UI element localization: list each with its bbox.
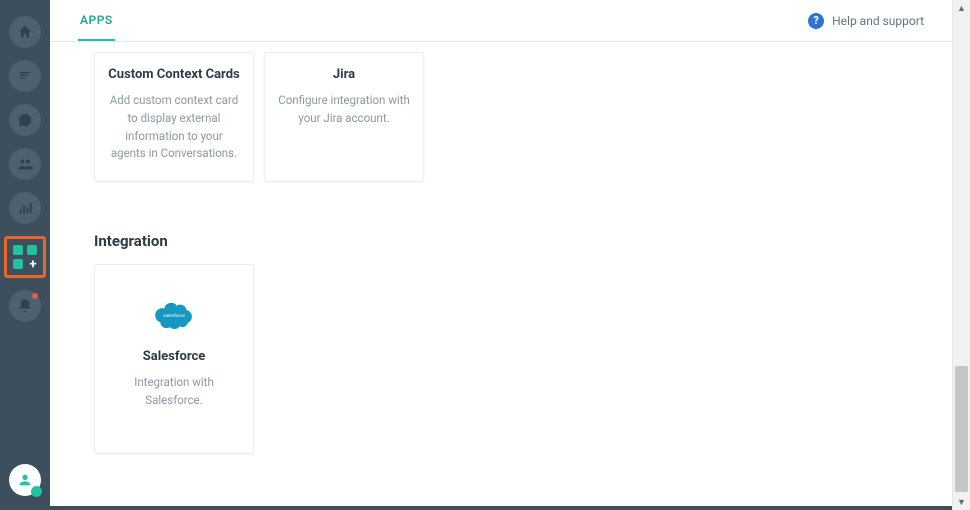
apps-content: Custom Context Cards Add custom context … [50, 42, 952, 510]
card-description: Add custom context card to display exter… [107, 92, 241, 163]
integration-cards-row: salesforce Salesforce Integration with S… [94, 264, 924, 454]
nav-chat[interactable] [9, 104, 41, 136]
card-title: Custom Context Cards [107, 67, 241, 82]
lines-icon [17, 68, 33, 84]
salesforce-cloud-icon: salesforce [152, 299, 196, 329]
svg-text:salesforce: salesforce [163, 313, 185, 319]
scroll-down-arrow-icon[interactable]: ▼ [953, 494, 970, 510]
card-title: Jira [277, 67, 411, 82]
scroll-thumb[interactable] [955, 366, 968, 492]
chat-bubble-icon [17, 112, 33, 128]
top-bar: APPS ? Help and support [50, 0, 952, 42]
main-area: APPS ? Help and support Custom Context C… [50, 0, 952, 510]
people-icon [17, 156, 33, 172]
nav-notifications[interactable] [9, 290, 41, 322]
scroll-track[interactable] [953, 16, 970, 494]
notification-dot-icon [32, 293, 38, 299]
card-custom-context-cards[interactable]: Custom Context Cards Add custom context … [94, 52, 254, 182]
avatar-icon [17, 472, 33, 488]
tab-apps[interactable]: APPS [78, 0, 115, 41]
apps-icon: + [13, 245, 37, 269]
bar-chart-icon [17, 200, 33, 216]
left-nav-rail: + [0, 0, 50, 510]
card-title: Salesforce [107, 349, 241, 364]
bell-icon [17, 298, 33, 314]
nav-people[interactable] [9, 148, 41, 180]
nav-home[interactable] [9, 16, 41, 48]
bottom-border [50, 506, 952, 510]
card-jira[interactable]: Jira Configure integration with your Jir… [264, 52, 424, 182]
help-icon: ? [808, 13, 824, 29]
home-icon [17, 24, 33, 40]
plus-icon: + [27, 259, 39, 271]
section-integration-heading: Integration [94, 232, 924, 250]
apps-cards-row: Custom Context Cards Add custom context … [94, 52, 924, 182]
card-description: Integration with Salesforce. [107, 374, 241, 410]
vertical-scrollbar[interactable]: ▲ ▼ [952, 0, 970, 510]
card-salesforce[interactable]: salesforce Salesforce Integration with S… [94, 264, 254, 454]
help-and-support-link[interactable]: ? Help and support [808, 0, 924, 41]
nav-reports[interactable] [9, 192, 41, 224]
nav-profile[interactable] [9, 464, 41, 496]
help-label: Help and support [832, 14, 924, 28]
nav-apps-highlighted[interactable]: + [4, 236, 46, 278]
card-description: Configure integration with your Jira acc… [277, 92, 411, 128]
scroll-up-arrow-icon[interactable]: ▲ [953, 0, 970, 16]
nav-threads[interactable] [9, 60, 41, 92]
